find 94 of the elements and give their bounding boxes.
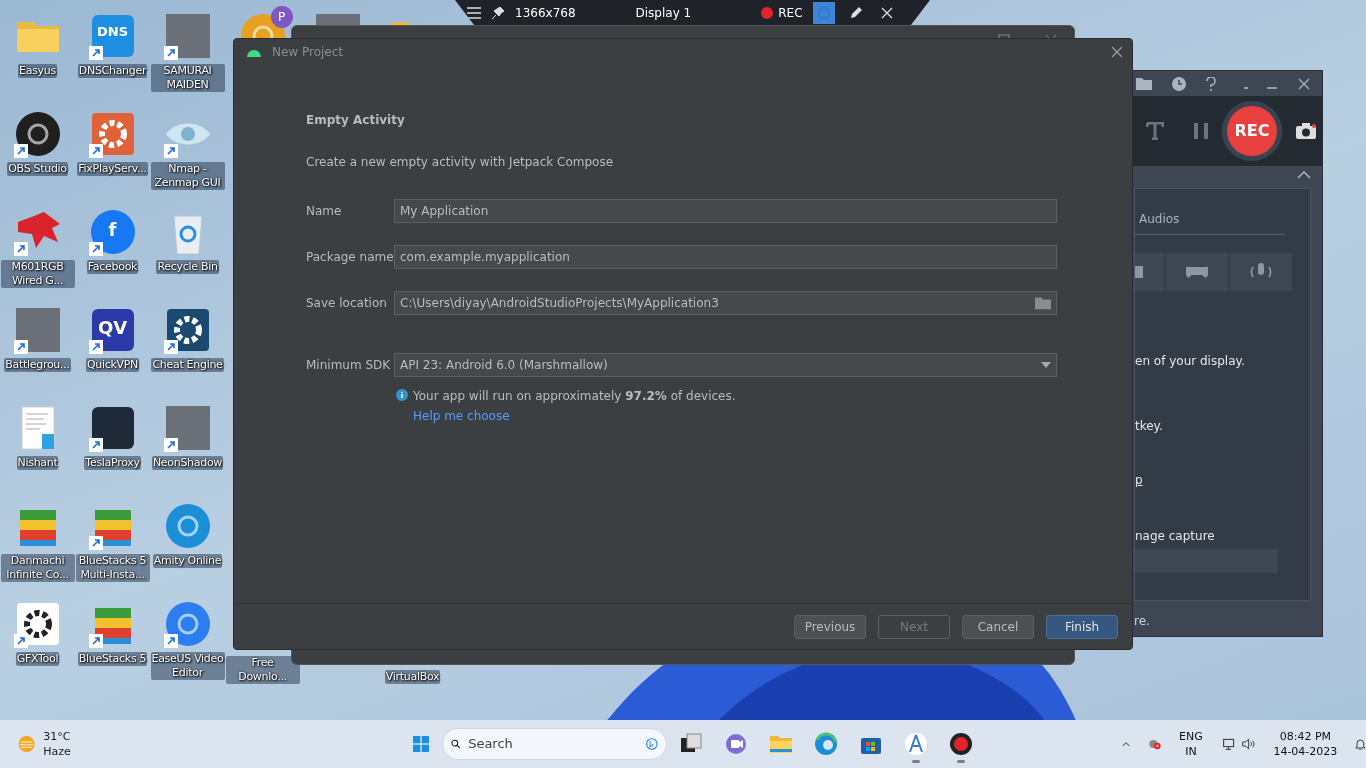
compass-icon — [903, 732, 928, 756]
android-icon — [246, 47, 262, 57]
icon-label[interactable]: GFXTool — [15, 652, 60, 666]
photo-placeholder[interactable] — [163, 12, 212, 60]
text-field[interactable]: My Application — [394, 199, 1057, 223]
clock-icon[interactable] — [1172, 76, 1186, 91]
icon-label[interactable]: Danmachi Infinite Co... — [0, 554, 75, 582]
dialog-button[interactable]: Cancel — [962, 614, 1034, 639]
icon-label[interactable]: Nishant — [16, 456, 59, 470]
chevron-up-icon[interactable] — [1297, 171, 1311, 179]
input-field[interactable] — [1135, 549, 1278, 573]
display-label: Display 1 — [635, 4, 692, 22]
text-field[interactable]: C:\Users\diyay\AndroidStudioProjects\MyApplication3 — [394, 291, 1057, 315]
dialog-title: New Project — [272, 44, 345, 61]
field-label: Name — [306, 203, 343, 220]
icon-label[interactable]: Recycle Bin — [156, 260, 219, 274]
hint-text: en of your display. — [1135, 353, 1245, 370]
record-button[interactable]: REC — [1222, 101, 1282, 161]
icon-label[interactable]: EaseUS Video Editor — [150, 652, 225, 680]
pencil-icon[interactable] — [848, 5, 863, 20]
icon-label[interactable]: Free Downlo... — [225, 656, 300, 684]
speaker-icon[interactable] — [1242, 736, 1256, 752]
chevron-up-icon[interactable] — [1121, 740, 1130, 748]
icon-label[interactable]: Battlegrou... — [4, 358, 71, 372]
icon-label[interactable]: NeonShadow — [151, 456, 224, 470]
text-field[interactable]: com.example.myapplication — [394, 245, 1057, 269]
icon-label[interactable]: VirtualBox — [384, 670, 441, 684]
screenshot-icon[interactable] — [812, 1, 835, 24]
icon-label[interactable]: OBS Studio — [7, 162, 68, 176]
app-glyph: DNS — [97, 25, 128, 38]
app-glyph: f — [108, 221, 117, 239]
icon-label[interactable]: FixPlayServ... — [77, 162, 148, 176]
photo-placeholder[interactable] — [163, 404, 212, 452]
browser-icon — [813, 732, 838, 756]
resolution-label: 1366x768 — [515, 4, 576, 22]
icon-label[interactable]: Facebook — [86, 260, 139, 274]
app-icon[interactable] — [88, 404, 137, 452]
pause-icon[interactable] — [1194, 123, 1208, 139]
icon-label[interactable]: TeslaProxy — [84, 456, 141, 470]
icon-label[interactable]: QuickVPN — [85, 358, 140, 372]
icon-label[interactable]: BlueStacks 5 Multi-Insta... — [75, 554, 150, 582]
field-label: Package name — [306, 249, 394, 266]
app-glyph: QV — [97, 319, 128, 337]
sdk-dropdown[interactable]: API 23: Android 6.0 (Marshmallow) — [394, 353, 1057, 377]
dialog-button[interactable]: Previous — [794, 614, 866, 639]
icon-label[interactable]: Cheat Engine — [151, 358, 224, 372]
field-label: Minimum SDK — [306, 357, 392, 374]
source-button[interactable] — [1135, 253, 1164, 291]
temperature-text: 31°C — [43, 729, 71, 744]
region-text[interactable]: IN — [1179, 744, 1203, 759]
icon-label[interactable]: DNSChanger — [77, 64, 148, 78]
settings-link[interactable]: p — [1135, 471, 1143, 489]
language-text[interactable]: ENG — [1179, 729, 1203, 744]
source-button[interactable] — [1166, 253, 1228, 291]
camera-icon[interactable] — [1296, 123, 1316, 139]
hint-text: tkey. — [1135, 418, 1163, 435]
photo-placeholder[interactable] — [13, 306, 62, 354]
icon-label[interactable]: Amity Online — [152, 554, 223, 568]
field-label: Save location — [306, 295, 388, 312]
icon-label[interactable]: M601RGB Wired G... — [0, 260, 75, 288]
rec-label[interactable]: REC — [778, 3, 803, 22]
help-link[interactable]: Help me choose — [413, 407, 510, 425]
pin-icon[interactable] — [491, 5, 505, 20]
gear-icon[interactable] — [163, 306, 212, 354]
weather-text: Haze — [43, 744, 71, 759]
caret-icon[interactable] — [1041, 362, 1051, 368]
template-description: Create a new empty activity with Jetpack Compose — [306, 154, 615, 171]
video-call-icon — [723, 732, 748, 756]
folder-icon[interactable] — [1136, 77, 1152, 90]
menu-icon[interactable] — [467, 6, 481, 19]
compatibility-info: Your app will run on approximately 97.2% of devices. — [413, 388, 736, 405]
icon-label[interactable]: Easyus — [18, 64, 57, 78]
app-icon[interactable] — [13, 110, 62, 158]
help-icon[interactable] — [1206, 76, 1216, 91]
profile-badge: P — [270, 6, 293, 28]
search-bar[interactable]: Search — [441, 728, 667, 760]
hint-text: nage capture — [1135, 528, 1215, 545]
icon-label[interactable]: SAMURAI MAIDEN — [150, 64, 225, 92]
clock-date[interactable]: 14-04-2023 — [1273, 744, 1338, 759]
record-icon — [948, 732, 973, 756]
audios-tab[interactable]: Audios — [1139, 210, 1180, 228]
search-field[interactable]: Search — [468, 734, 639, 754]
text-tool-icon[interactable] — [1146, 122, 1164, 140]
app-icon[interactable] — [88, 306, 137, 354]
gear-icon[interactable] — [13, 600, 62, 648]
template-heading: Empty Activity — [306, 112, 406, 129]
source-button[interactable] — [1230, 253, 1292, 291]
dialog-button[interactable]: Finish — [1046, 614, 1118, 639]
clock-time[interactable]: 08:42 PM — [1273, 729, 1338, 744]
record-dot-icon — [761, 6, 774, 19]
footer-text: re. — [1134, 613, 1150, 630]
icon-label[interactable]: BlueStacks 5 — [77, 652, 148, 666]
icon-label[interactable]: Nmap - Zenmap GUI — [150, 162, 225, 190]
info-icon — [396, 389, 408, 401]
